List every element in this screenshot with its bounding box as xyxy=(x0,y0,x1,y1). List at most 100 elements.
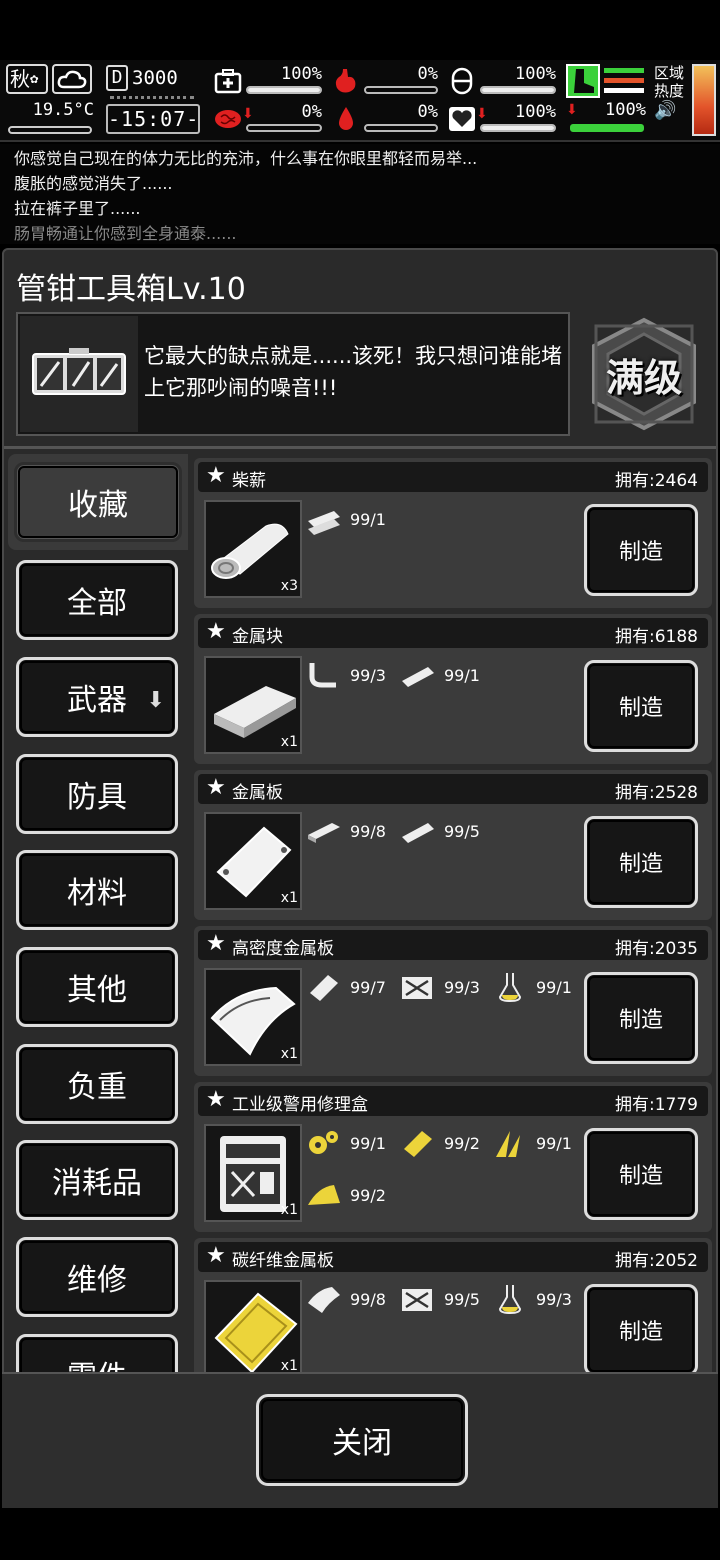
output-quantity: x1 xyxy=(280,1046,298,1062)
craft-button[interactable]: 制造 xyxy=(584,660,698,752)
tab-weapons[interactable]: 武器 ⬇ xyxy=(16,657,178,737)
tab-armor[interactable]: 防具 xyxy=(16,754,178,834)
recipe-header: ★ 碳纤维金属板 拥有:2052 xyxy=(198,1242,708,1272)
material-item: 99/3 xyxy=(490,1282,572,1316)
owned-count: 拥有:2052 xyxy=(615,1251,698,1271)
star-icon[interactable]: ★ xyxy=(206,1087,226,1112)
material-amount: 99/8 xyxy=(350,821,386,841)
stat-pill: 100% xyxy=(446,64,560,98)
log-line: 腹胀的感觉消失了...... xyxy=(14,174,173,193)
toolbox-icon xyxy=(20,316,138,432)
tab-repair[interactable]: 维修 xyxy=(16,1237,178,1317)
max-level-badge: 满级 xyxy=(586,316,702,432)
recipe-name: 高密度金属板 xyxy=(232,939,334,959)
arrow-down-icon: ⬇ xyxy=(242,106,254,122)
tab-consumables[interactable]: 消耗品 xyxy=(16,1140,178,1220)
craft-button[interactable]: 制造 xyxy=(584,816,698,908)
repair-kit-icon: x1 xyxy=(204,1124,302,1222)
pill-bar xyxy=(480,86,556,94)
owned-count: 拥有:2035 xyxy=(615,939,698,959)
temperature-bar xyxy=(8,126,92,134)
metal-block-icon xyxy=(308,823,340,843)
medkit-icon xyxy=(212,66,244,96)
material-item: 99/7 xyxy=(304,970,386,1004)
log-line: 拉在裤子里了...... xyxy=(14,199,141,218)
material-amount: 99/3 xyxy=(536,1289,572,1309)
star-icon[interactable]: ★ xyxy=(206,931,226,956)
output-quantity: x1 xyxy=(280,1202,298,1218)
speaker-icon[interactable]: 🔊 xyxy=(654,102,690,120)
star-icon[interactable]: ★ xyxy=(206,1243,226,1268)
tab-all[interactable]: 全部 xyxy=(16,560,178,640)
material-item: 99/1 xyxy=(490,970,572,1004)
flask-icon xyxy=(498,973,522,1003)
gold-sheet-icon xyxy=(308,1185,340,1205)
mood-percent: 100% xyxy=(515,102,556,122)
blood-drop-icon xyxy=(330,104,362,134)
bottom-bar: 关闭 xyxy=(2,1372,718,1508)
tab-materials[interactable]: 材料 xyxy=(16,850,178,930)
craft-button[interactable]: 制造 xyxy=(584,972,698,1064)
crafting-panel: 管钳工具箱Lv.10 它最大的缺点就是......该死！我只想问谁能堵上它那吵闹… xyxy=(2,248,718,1508)
material-amount: 99/1 xyxy=(536,977,572,997)
material-item: 99/5 xyxy=(398,814,480,848)
star-icon[interactable]: ★ xyxy=(206,619,226,644)
owned-count: 拥有:1779 xyxy=(615,1095,698,1115)
material-amount: 99/2 xyxy=(444,1133,480,1153)
tab-other[interactable]: 其他 xyxy=(16,947,178,1027)
owned-count: 拥有:2528 xyxy=(615,783,698,803)
recipe-header: ★ 金属块 拥有:6188 xyxy=(198,618,708,648)
material-item: 99/1 xyxy=(490,1126,572,1160)
heart-icon xyxy=(446,104,478,134)
material-item: 99/2 xyxy=(398,1126,480,1160)
tab-load[interactable]: 负重 xyxy=(16,1044,178,1124)
stat-hunger: 0% xyxy=(330,64,442,98)
log-icon xyxy=(402,667,434,687)
tab-favorites[interactable]: 收藏 xyxy=(14,462,182,542)
season-label: 秋 xyxy=(10,67,30,91)
dense-plate-icon: x1 xyxy=(204,968,302,1066)
gold-plate-icon xyxy=(404,1131,432,1157)
material-item: 99/1 xyxy=(304,1126,386,1160)
hunger-bar xyxy=(364,86,438,94)
star-icon[interactable]: ★ xyxy=(206,463,226,488)
clock: -15:07- xyxy=(106,104,200,134)
recipe-header: ★ 高密度金属板 拥有:2035 xyxy=(198,930,708,960)
message-log: 你感觉自己现在的体力无比的充沛，什么事在你眼里都轻而易举... 腹胀的感觉消失了… xyxy=(0,144,720,244)
material-item: 99/8 xyxy=(304,814,386,848)
recipe-card: ★ 金属块 拥有:6188 x1 99/3 99/1 制造 xyxy=(194,614,712,764)
recipe-card: ★ 金属板 拥有:2528 x1 99/8 99/5 制造 xyxy=(194,770,712,920)
recipe-header: ★ 柴薪 拥有:2464 xyxy=(198,462,708,492)
zone-heat-text: 区域热度 xyxy=(654,64,685,100)
craft-button[interactable]: 制造 xyxy=(584,1284,698,1372)
close-button[interactable]: 关闭 xyxy=(256,1394,468,1486)
material-item: 99/5 xyxy=(398,1282,480,1316)
material-item: 99/3 xyxy=(304,658,386,692)
shards-icon xyxy=(496,1131,520,1157)
material-amount: 99/1 xyxy=(350,1133,386,1153)
season-indicator: 秋✿ xyxy=(6,64,48,94)
material-amount: 99/3 xyxy=(444,977,480,997)
arrow-down-icon: ⬇ xyxy=(566,102,578,118)
owned-count: 拥有:6188 xyxy=(615,627,698,647)
star-icon[interactable]: ★ xyxy=(206,775,226,800)
material-amount: 99/2 xyxy=(350,1185,386,1205)
stat-mood: ⬇ 100% xyxy=(446,102,560,136)
tab-parts[interactable]: 零件 xyxy=(16,1334,178,1374)
day-value: 3000 xyxy=(132,67,178,89)
recipe-header: ★ 金属板 拥有:2528 xyxy=(198,774,708,804)
brain-icon xyxy=(212,104,244,134)
pill-icon xyxy=(446,66,478,96)
material-amount: 99/3 xyxy=(350,665,386,685)
output-quantity: x1 xyxy=(280,890,298,906)
gears-icon xyxy=(309,1131,338,1154)
craft-button[interactable]: 制造 xyxy=(584,504,698,596)
material-amount: 99/1 xyxy=(536,1133,572,1153)
arrow-down-icon: ⬇ xyxy=(476,106,488,122)
status-hud: 秋✿ 19.5°C D 3000 -15:07- 100% 0% 100% ⬇ … xyxy=(0,60,720,142)
pill-percent: 100% xyxy=(515,64,556,84)
recipe-name: 工业级警用修理盒 xyxy=(232,1095,368,1115)
recipe-card: ★ 柴薪 拥有:2464 x3 99/1 制造 xyxy=(194,458,712,608)
material-item: 99/1 xyxy=(398,658,480,692)
craft-button[interactable]: 制造 xyxy=(584,1128,698,1220)
